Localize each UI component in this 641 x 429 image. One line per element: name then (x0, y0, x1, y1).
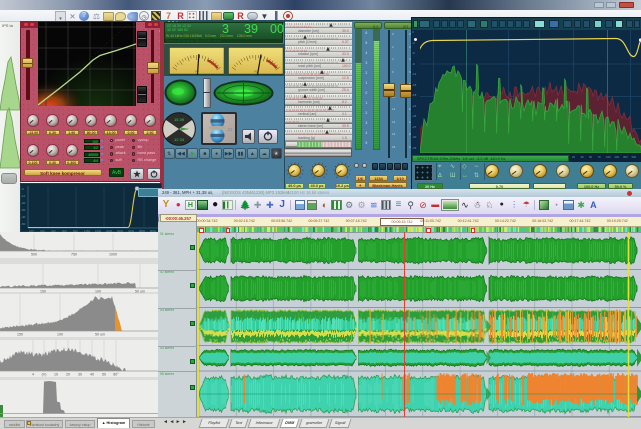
svg-text:-30: -30 (21, 208, 26, 212)
svg-text:20: 20 (66, 373, 70, 377)
svg-text:150: 150 (17, 333, 23, 337)
svg-text:(V): (V) (42, 373, 47, 377)
svg-text:40: 40 (90, 373, 94, 377)
svg-text:60°: 60° (113, 373, 119, 377)
svg-text:-10: -10 (126, 107, 133, 112)
svg-text:-50: -50 (21, 222, 26, 226)
svg-text:500: 500 (31, 253, 37, 257)
svg-text:30: 30 (78, 373, 82, 377)
svg-text:750: 750 (71, 253, 77, 257)
svg-text:15 39: 15 39 (174, 117, 185, 122)
svg-text:50: 50 (102, 373, 106, 377)
svg-text:-50: -50 (39, 107, 46, 112)
svg-text:4: 4 (32, 373, 34, 377)
svg-text:-20: -20 (21, 201, 26, 205)
svg-text:-40: -40 (21, 215, 26, 219)
svg-text:-0: -0 (21, 187, 24, 191)
svg-text:-10: -10 (21, 194, 26, 198)
svg-text:100: 100 (95, 290, 101, 294)
svg-text:-30: -30 (84, 107, 91, 112)
svg-text:12 34: 12 34 (174, 137, 185, 142)
svg-text:-40: -40 (62, 107, 69, 112)
svg-text:VU: VU (194, 70, 198, 74)
svg-text:150: 150 (40, 290, 46, 294)
svg-text:-20: -20 (106, 107, 113, 112)
svg-text:50 um: 50 um (95, 333, 105, 337)
svg-text:50 um: 50 um (135, 290, 145, 294)
svg-text:23: 23 (228, 127, 234, 132)
svg-text:10: 10 (54, 373, 58, 377)
svg-text:1000: 1000 (109, 253, 117, 257)
svg-text:VU: VU (253, 70, 257, 74)
svg-text:100: 100 (57, 333, 63, 337)
